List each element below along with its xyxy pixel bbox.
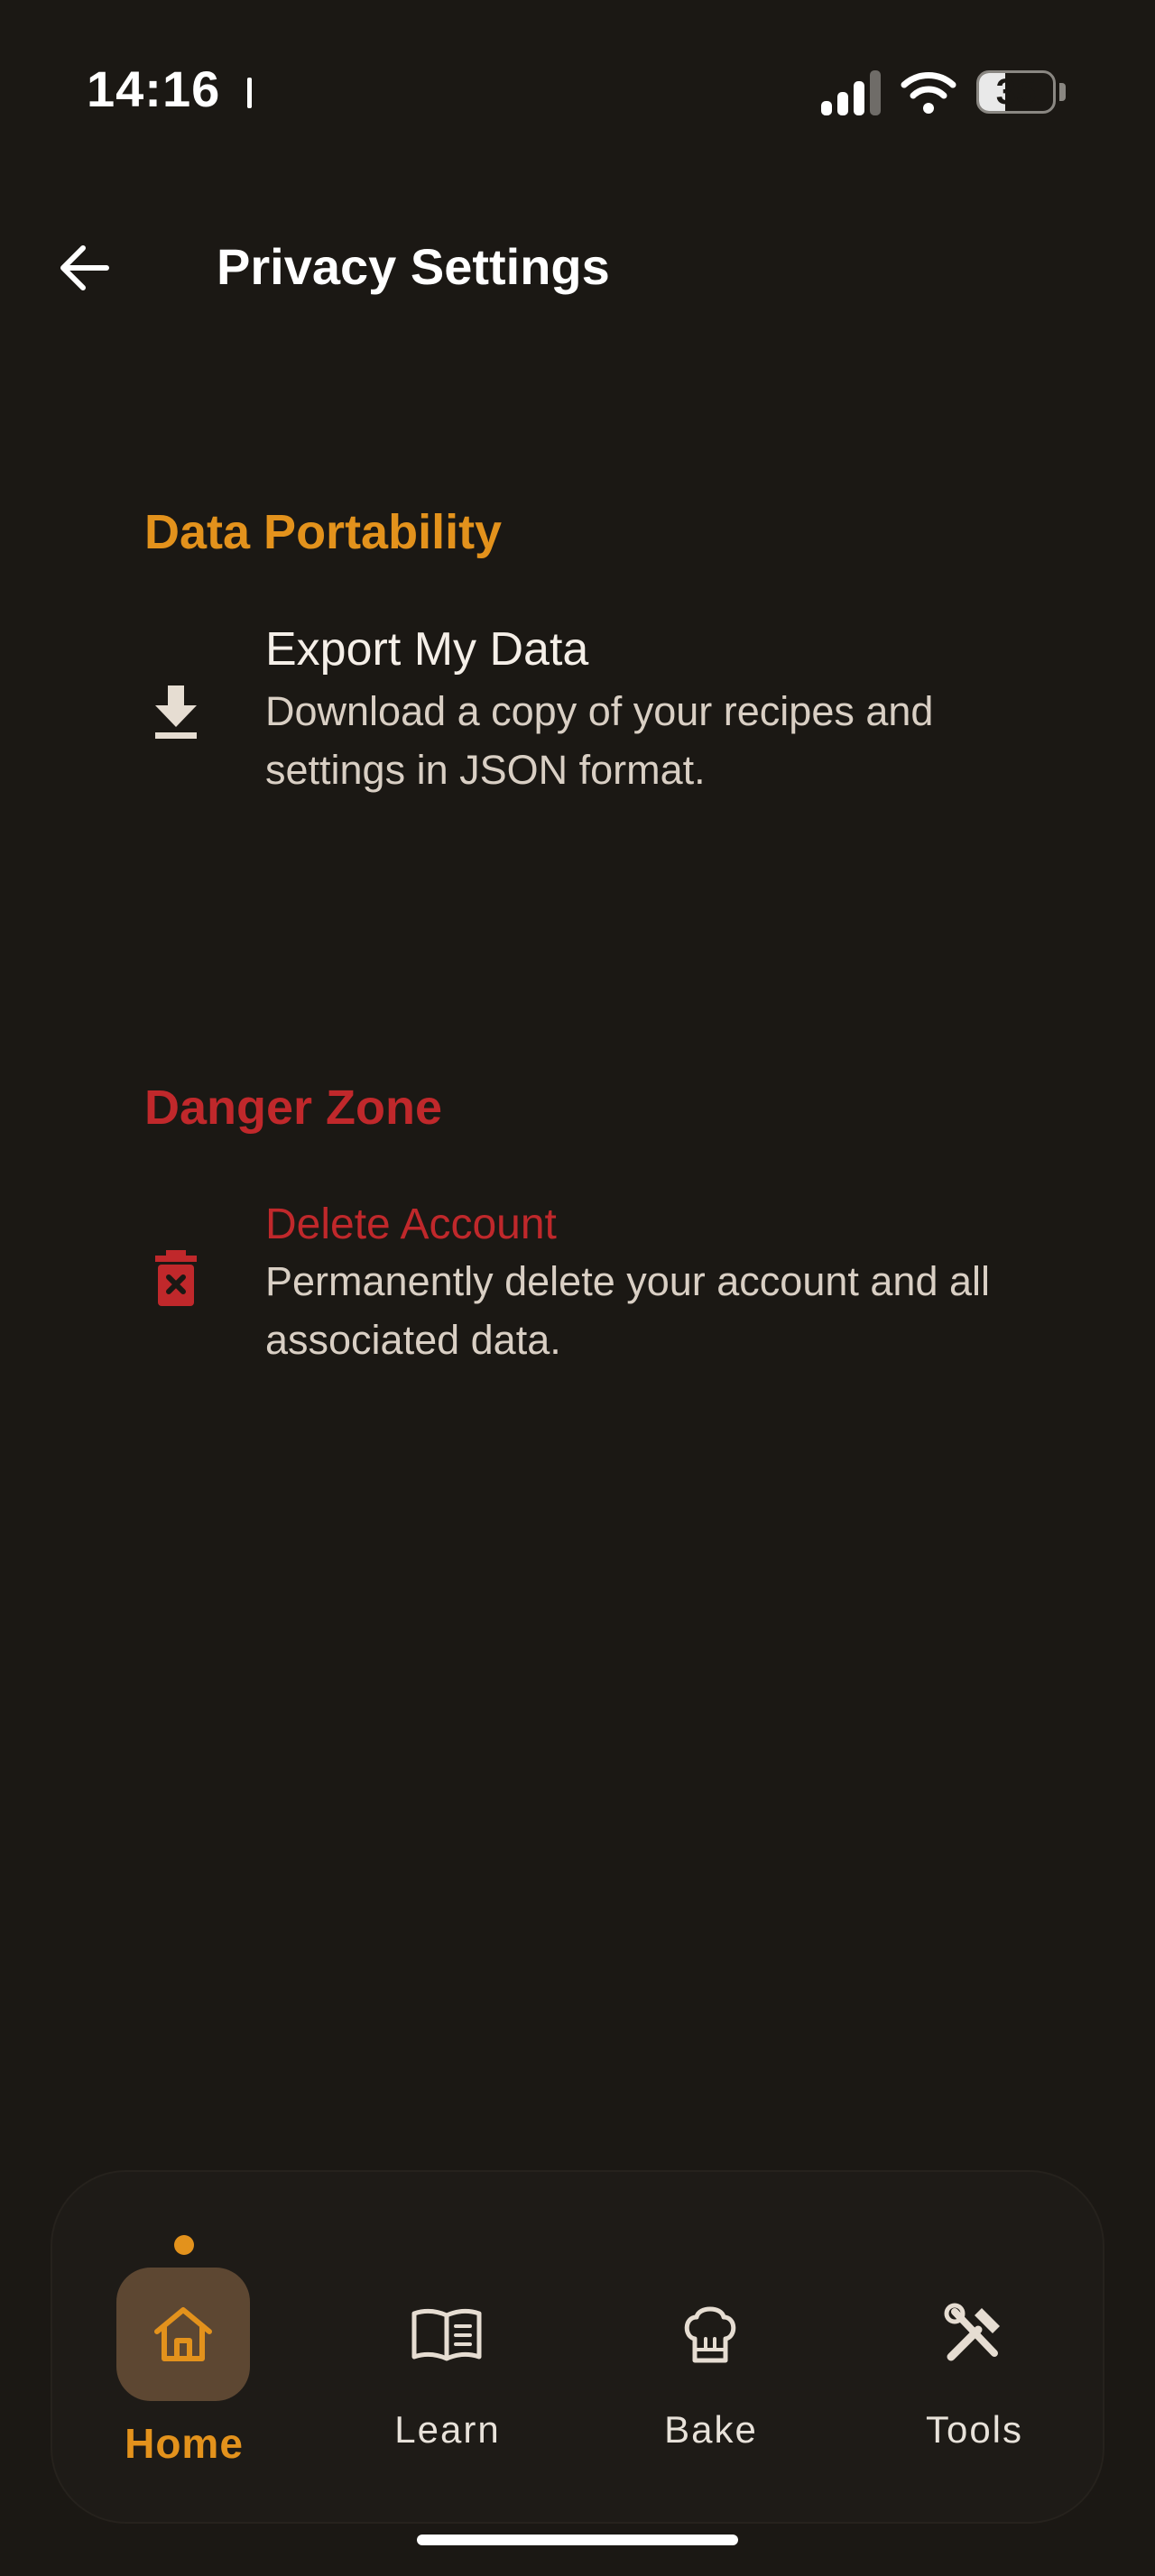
chef-hat-icon	[684, 2306, 736, 2363]
bottom-navigation: Home Learn Bake Tools	[51, 2170, 1104, 2524]
active-indicator-dot	[174, 2235, 194, 2255]
wifi-icon	[901, 72, 956, 114]
page-title: Privacy Settings	[217, 238, 610, 295]
nav-label-bake: Bake	[664, 2408, 758, 2451]
trash-icon	[155, 1250, 197, 1306]
cellular-signal-icon	[821, 70, 881, 115]
tools-icon	[944, 2303, 1000, 2361]
arrow-left-icon	[60, 245, 109, 290]
status-time: 14:16	[87, 60, 221, 117]
export-data-item[interactable]: Export My Data Download a copy of your r…	[126, 622, 1047, 812]
back-button[interactable]	[51, 236, 119, 299]
status-separator	[247, 78, 252, 108]
section-title-danger-zone: Danger Zone	[144, 1081, 443, 1135]
export-data-title: Export My Data	[265, 623, 589, 676]
battery-indicator: 35	[976, 70, 1067, 115]
nav-label-learn: Learn	[394, 2408, 501, 2451]
home-indicator[interactable]	[417, 2535, 738, 2545]
export-data-description: Download a copy of your recipes and sett…	[265, 688, 934, 793]
battery-percent: 35	[995, 72, 1037, 112]
nav-label-tools: Tools	[925, 2408, 1024, 2451]
download-icon	[155, 685, 197, 739]
nav-item-home[interactable]: Home	[52, 2172, 316, 2525]
home-icon	[154, 2307, 212, 2361]
nav-label-home: Home	[125, 2420, 244, 2467]
book-icon	[411, 2308, 482, 2361]
section-title-data-portability: Data Portability	[144, 505, 503, 559]
delete-account-description: Permanently delete your account and all …	[265, 1258, 990, 1363]
delete-account-item[interactable]: Delete Account Permanently delete your a…	[126, 1194, 1047, 1375]
nav-item-bake[interactable]: Bake	[579, 2172, 843, 2525]
nav-item-tools[interactable]: Tools	[843, 2172, 1106, 2525]
delete-account-title: Delete Account	[265, 1201, 557, 1248]
nav-item-learn[interactable]: Learn	[316, 2172, 579, 2525]
